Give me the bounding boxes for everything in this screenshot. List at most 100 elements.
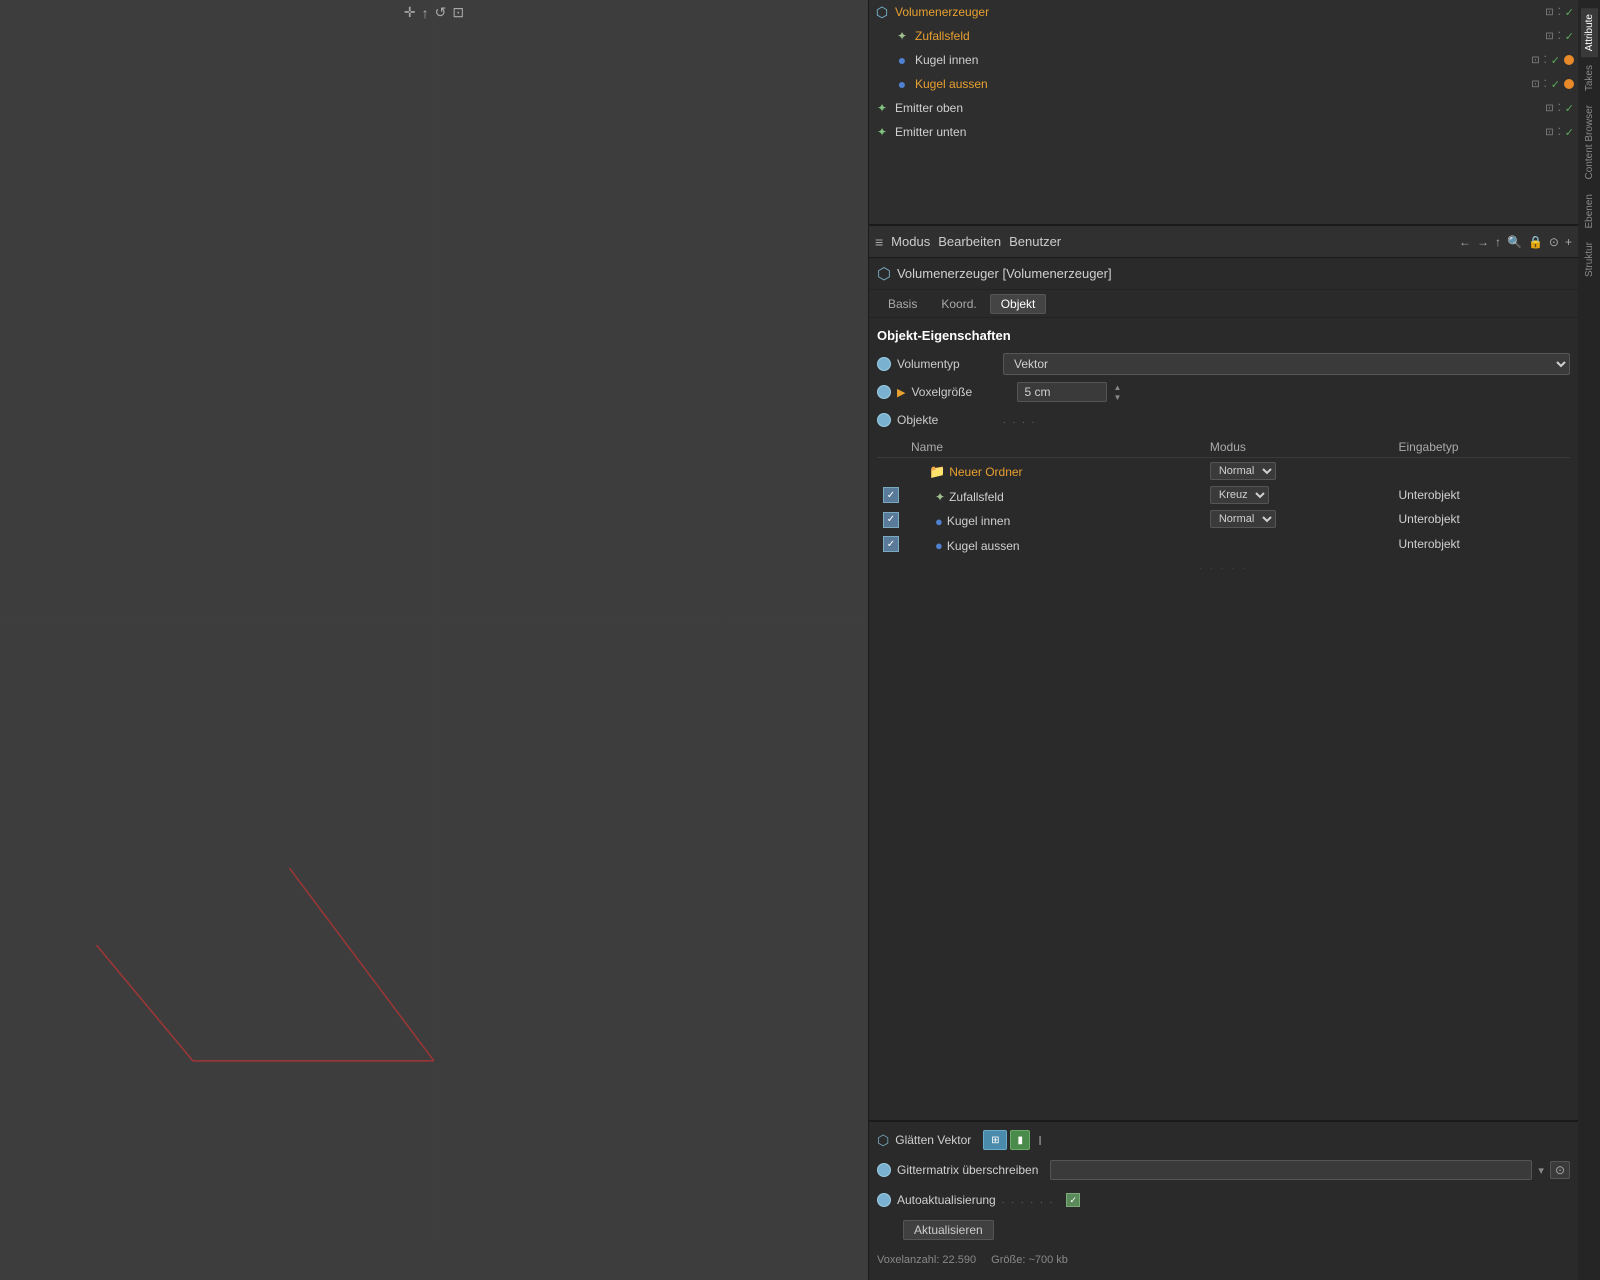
rotate-icon[interactable]: ↺ (435, 4, 447, 21)
prop-volumentyp: Volumentyp Vektor (877, 351, 1570, 377)
objekte-dot[interactable] (877, 413, 891, 427)
mode-select-0[interactable]: Normal (1210, 462, 1276, 480)
tree-item-kugel-innen[interactable]: ● Kugel innen ⊡ ⁚ ✓ (869, 48, 1578, 72)
check-icon5: ✓ (1565, 102, 1574, 115)
move-icon[interactable]: ✛ (404, 4, 416, 21)
td-checkbox-1[interactable] (877, 483, 905, 507)
autoaktualisierung-checkbox[interactable] (1066, 1193, 1080, 1207)
square-icon3: ⊡ (1531, 55, 1539, 66)
tab-basis[interactable]: Basis (877, 294, 928, 314)
td-modus-0[interactable]: Normal (1204, 458, 1393, 484)
orange-dot-1 (1564, 55, 1574, 65)
mode-select-2[interactable]: Normal (1210, 510, 1276, 528)
teal-icon-1[interactable]: ⊞ (983, 1130, 1007, 1150)
gittermatrix-dot[interactable] (877, 1163, 891, 1177)
gittermatrix-input[interactable] (1050, 1160, 1532, 1180)
add-btn[interactable]: + (1565, 235, 1572, 249)
target-btn[interactable]: ⊙ (1549, 235, 1559, 249)
cursor-indicator: I (1038, 1133, 1042, 1148)
square-icon5: ⊡ (1545, 103, 1553, 114)
td-modus-3 (1204, 532, 1393, 557)
tree-item-zufallsfeld[interactable]: ✦ Zufallsfeld ⊡ ⁚ ✓ (869, 24, 1578, 48)
up-btn[interactable]: ↑ (1495, 235, 1501, 249)
back-btn[interactable]: ← (1459, 235, 1471, 249)
row2-name: Kugel innen (947, 514, 1010, 528)
emitter-icon: ✦ (873, 99, 891, 117)
scene-tree: ⬡ Volumenerzeuger ⊡ ⁚ ✓ ✦ Zufallsfeld ⊡ … (869, 0, 1578, 226)
table-row-kugel-aussen: ● Kugel aussen Unterobjekt (877, 532, 1570, 557)
voxelgroesse-spinner[interactable]: ▲ ▼ (1113, 383, 1121, 402)
side-tab-takes[interactable]: Takes (1581, 59, 1598, 97)
arrow-icon[interactable]: ↑ (422, 5, 429, 21)
search-btn[interactable]: 🔍 (1507, 235, 1522, 249)
volumentyp-select[interactable]: Vektor (1003, 353, 1570, 375)
section-title: Objekt-Eigenschaften (877, 328, 1570, 343)
table-row-zufallsfeld: ✦ Zufallsfeld Kreuz Unterobjekt (877, 483, 1570, 507)
benutzer-menu[interactable]: Benutzer (1009, 234, 1061, 249)
tree-item-zufallsfeld-label: Zufallsfeld (915, 29, 1545, 43)
voxelgroesse-dot[interactable] (877, 385, 891, 399)
right-panel: ⬡ Volumenerzeuger ⊡ ⁚ ✓ ✦ Zufallsfeld ⊡ … (868, 0, 1578, 1280)
side-tab-struktur[interactable]: Struktur (1581, 236, 1598, 283)
th-name: Name (905, 437, 1204, 458)
side-tab-ebenen[interactable]: Ebenen (1581, 188, 1598, 234)
voxelanzahl-label: Voxelanzahl: 22.590 (877, 1254, 976, 1266)
volumentyp-dot[interactable] (877, 357, 891, 371)
gittermatrix-target[interactable]: ⊙ (1550, 1161, 1570, 1179)
sphere-icon-tbl: ● (935, 514, 943, 529)
side-tab-attribute[interactable]: Attribute (1581, 8, 1598, 57)
td-eingabe-2: Unterobjekt (1393, 507, 1570, 532)
lock-btn[interactable]: 🔒 (1528, 235, 1543, 249)
checkbox-kugel-innen[interactable] (883, 512, 899, 528)
green-icon-1[interactable]: ▮ (1010, 1130, 1030, 1150)
scale-icon[interactable]: ⊡ (452, 4, 464, 21)
td-modus-1[interactable]: Kreuz (1204, 483, 1393, 507)
volumentyp-label: Volumentyp (897, 357, 997, 371)
bearbeiten-menu[interactable]: Bearbeiten (938, 234, 1001, 249)
voxelgroesse-arrow: ▶ (897, 386, 905, 399)
td-modus-2[interactable]: Normal (1204, 507, 1393, 532)
square-icon: ⊡ (1545, 7, 1553, 18)
autoaktualisierung-dot[interactable] (877, 1193, 891, 1207)
toolbar-nav: ← → ↑ 🔍 🔒 ⊙ + (1459, 235, 1572, 249)
forward-btn[interactable]: → (1477, 235, 1489, 249)
td-eingabe-3: Unterobjekt (1393, 532, 1570, 557)
menu-icon[interactable]: ≡ (875, 234, 883, 250)
tree-item-kugel-aussen[interactable]: ● Kugel aussen ⊡ ⁚ ✓ (869, 72, 1578, 96)
objects-table: Name Modus Eingabetyp 📁 Neuer Ordn (877, 437, 1570, 556)
side-tab-content-browser[interactable]: Content Browser (1581, 99, 1598, 185)
check-icon6: ✓ (1565, 126, 1574, 139)
tabs-row: Basis Koord. Objekt (869, 290, 1578, 318)
row1-name: Zufallsfeld (949, 490, 1004, 504)
tab-objekt[interactable]: Objekt (990, 294, 1047, 314)
td-checkbox-2[interactable] (877, 507, 905, 532)
voxelgroesse-input[interactable] (1017, 382, 1107, 402)
check-icon4: ✓ (1551, 78, 1560, 91)
td-checkbox-0 (877, 458, 905, 484)
tree-item-emitter-unten[interactable]: ✦ Emitter unten ⊡ ⁚ ✓ (869, 120, 1578, 144)
checkbox-zufallsfeld[interactable] (883, 487, 899, 503)
table-row-neuer-ordner: 📁 Neuer Ordner Normal (877, 458, 1570, 484)
dots-icon5: ⁚ (1558, 103, 1561, 114)
checkbox-kugel-aussen[interactable] (883, 536, 899, 552)
th-modus: Modus (1204, 437, 1393, 458)
voxelgroesse-label: Voxelgröße (911, 385, 1011, 399)
mode-select-1[interactable]: Kreuz (1210, 486, 1269, 504)
drag-separator: · · · · · (877, 564, 1570, 573)
tree-item-volumenerzeuger[interactable]: ⬡ Volumenerzeuger ⊡ ⁚ ✓ (869, 0, 1578, 24)
td-eingabe-1: Unterobjekt (1393, 483, 1570, 507)
square-icon4: ⊡ (1531, 79, 1539, 90)
aktualisieren-button[interactable]: Aktualisieren (903, 1220, 994, 1240)
check-icon3: ✓ (1551, 54, 1560, 67)
random-icon-tbl: ✦ (935, 490, 945, 504)
td-name-0: 📁 Neuer Ordner (905, 458, 1204, 484)
tree-item-emitter-oben[interactable]: ✦ Emitter oben ⊡ ⁚ ✓ (869, 96, 1578, 120)
objekte-label: Objekte (897, 413, 997, 427)
tree-item-emitter-oben-label: Emitter oben (895, 101, 1545, 115)
modus-menu[interactable]: Modus (891, 234, 930, 249)
td-checkbox-3[interactable] (877, 532, 905, 557)
tree-item-kugel-aussen-label: Kugel aussen (915, 77, 1531, 91)
gittermatrix-arrow[interactable]: ▾ (1538, 1164, 1544, 1177)
attr-panel: ≡ Modus Bearbeiten Benutzer ← → ↑ 🔍 🔒 ⊙ … (869, 226, 1578, 1280)
tab-koord[interactable]: Koord. (930, 294, 987, 314)
